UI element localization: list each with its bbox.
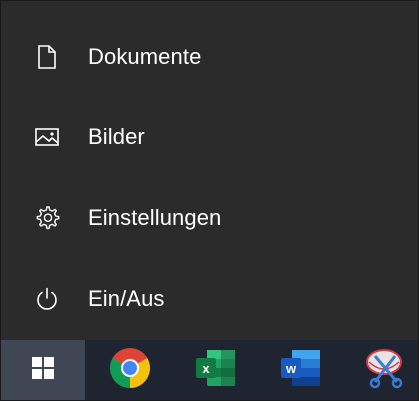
taskbar-excel-button[interactable]: x [176,340,254,400]
menu-item-documents[interactable]: Dokumente [1,26,418,88]
svg-text:x: x [202,361,210,376]
start-button[interactable] [1,340,85,400]
menu-item-power[interactable]: Ein/Aus [1,268,418,330]
svg-text:w: w [285,361,297,376]
word-icon: w [278,348,322,393]
menu-item-label: Ein/Aus [88,286,165,311]
chrome-icon [108,346,152,395]
pictures-icon [33,123,61,151]
taskbar-word-button[interactable]: w [261,340,339,400]
menu-item-label: Bilder [88,124,145,149]
windows-start-icon [32,356,54,384]
menu-item-pictures[interactable]: Bilder [1,106,418,168]
power-icon [33,285,61,313]
snipping-tool-icon [363,346,407,395]
menu-item-settings[interactable]: Einstellungen [1,187,418,249]
document-icon [33,43,61,71]
start-menu-window: Dokumente Bilder Einstellungen Ein/Aus x… [0,0,419,401]
excel-icon: x [193,348,237,393]
taskbar: x w [1,340,418,400]
start-menu: Dokumente Bilder Einstellungen Ein/Aus [1,1,418,340]
taskbar-chrome-button[interactable] [91,340,169,400]
menu-item-label: Dokumente [88,44,202,69]
gear-icon [33,204,61,232]
taskbar-snipping-tool-button[interactable] [346,340,418,400]
menu-item-label: Einstellungen [88,205,222,230]
